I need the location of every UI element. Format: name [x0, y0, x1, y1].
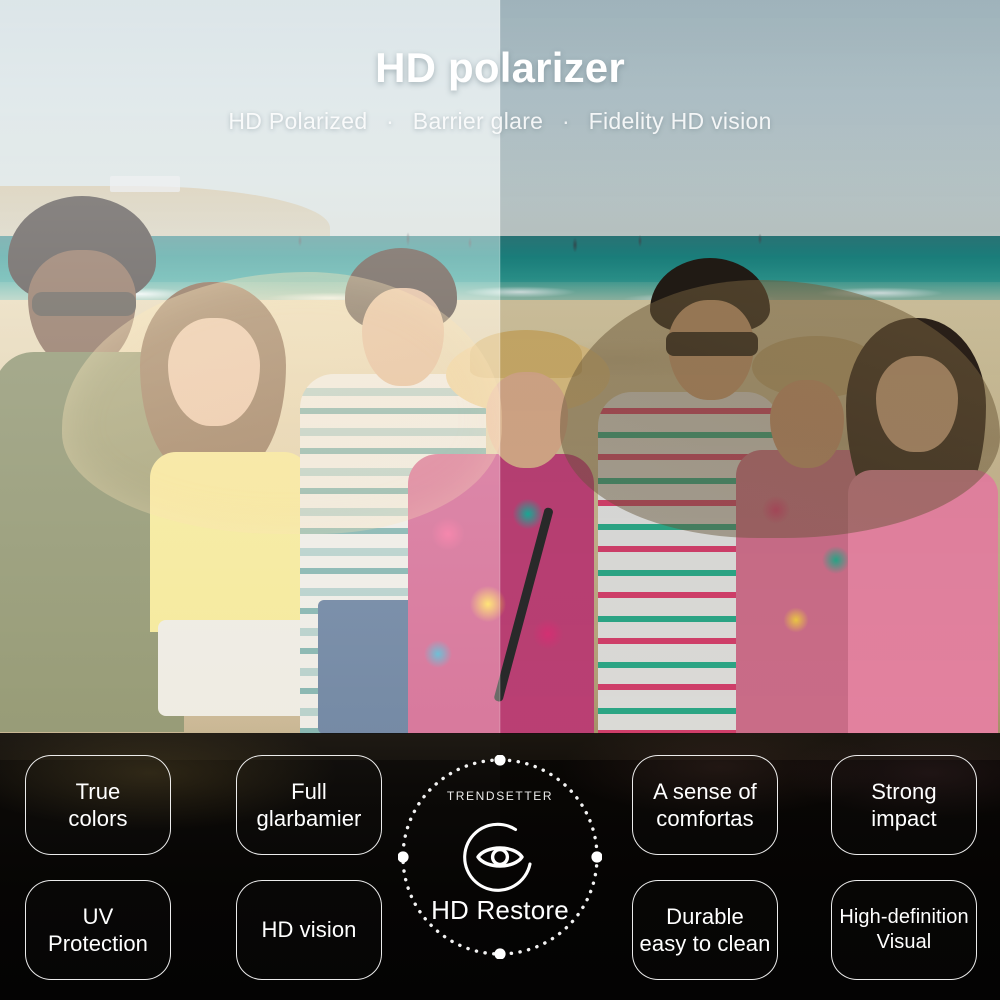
feature-label: High-definition Visual [839, 906, 969, 953]
feature-card-high-definition-visual[interactable]: High-definition Visual [831, 880, 977, 980]
subtitle-part-2: Barrier glare [412, 108, 544, 134]
feature-label: HD vision [261, 917, 357, 943]
product-banner: HD polarizer HD Polarized · Barrier glar… [0, 0, 1000, 1000]
feature-card-hd-vision[interactable]: HD vision [236, 880, 382, 980]
feature-label: Full glarbamier [256, 778, 362, 831]
page-title: HD polarizer [375, 44, 625, 91]
feature-card-a-sense-of-comfortas[interactable]: A sense of comfortas [632, 755, 778, 855]
subtitle-separator-1: · [386, 108, 395, 134]
feature-card-strong-impact[interactable]: Strong impact [831, 755, 977, 855]
feature-label: Durable easy to clean [639, 903, 771, 956]
feature-label: Strong impact [871, 778, 937, 831]
eye-icon [460, 817, 540, 897]
feature-card-durable-easy-to-clean[interactable]: Durable easy to clean [632, 880, 778, 980]
feature-card-full-glarbamier[interactable]: Full glarbamier [236, 755, 382, 855]
header: HD polarizer HD Polarized · Barrier glar… [0, 0, 1000, 135]
feature-label: A sense of comfortas [653, 778, 757, 831]
feature-label: UV Protection [47, 903, 149, 956]
feature-card-true-colors[interactable]: True colors [25, 755, 171, 855]
subtitle-separator-2: · [561, 108, 570, 134]
subtitle-part-3: Fidelity HD vision [588, 108, 772, 134]
subtitle-part-1: HD Polarized [228, 108, 368, 134]
badge-caption: HD Restore [431, 895, 569, 925]
badge-eyebrow: TRENDSETTER [446, 789, 554, 803]
feature-card-uv-protection[interactable]: UV Protection [25, 880, 171, 980]
feature-label: True colors [68, 778, 128, 831]
subtitle: HD Polarized · Barrier glare · Fidelity … [0, 108, 1000, 135]
trendsetter-badge[interactable]: TRENDSETTER HD Restore [398, 755, 602, 959]
